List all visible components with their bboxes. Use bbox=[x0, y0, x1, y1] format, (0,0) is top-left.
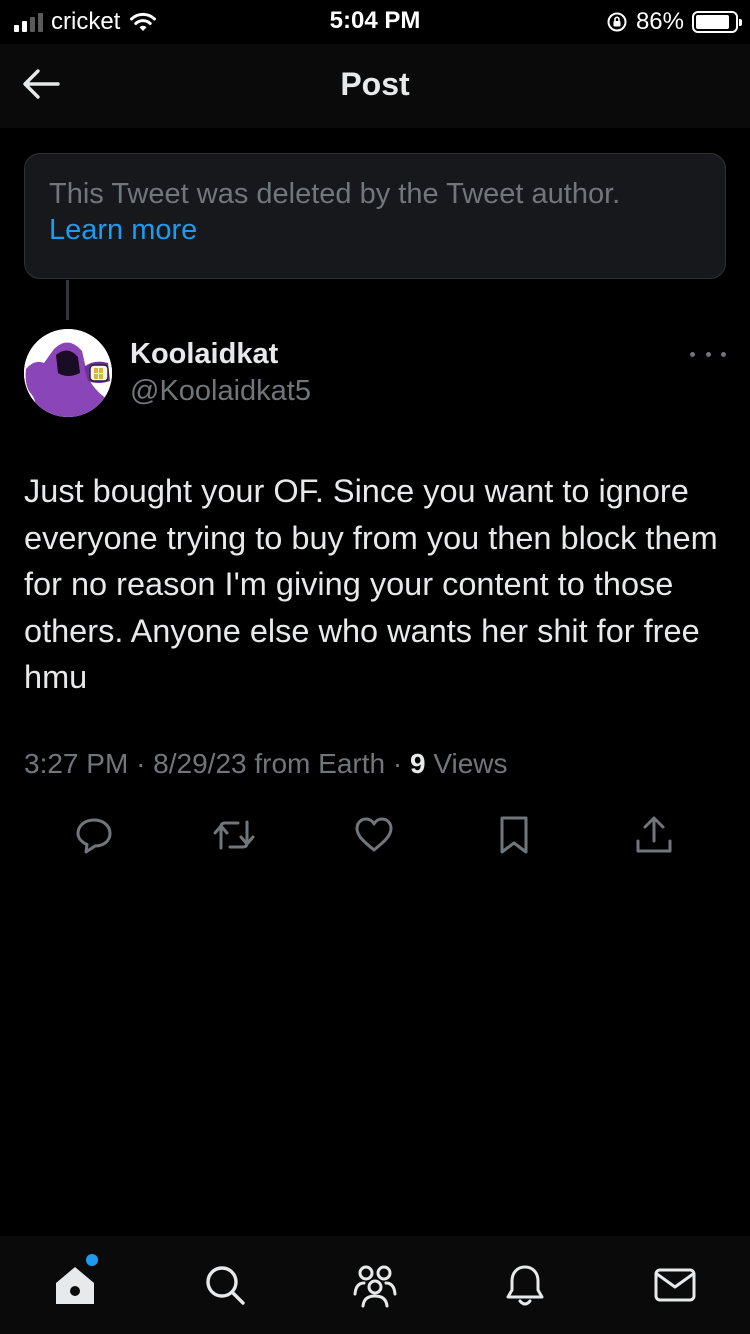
views-label[interactable]: Views bbox=[433, 748, 507, 779]
notification-dot bbox=[86, 1254, 98, 1266]
like-button[interactable] bbox=[349, 810, 399, 860]
retweet-icon bbox=[213, 820, 255, 850]
more-dot bbox=[705, 351, 711, 357]
nav-search[interactable] bbox=[200, 1260, 250, 1310]
nav-communities[interactable] bbox=[350, 1260, 400, 1310]
status-bar-right: 86% bbox=[606, 8, 742, 36]
tweet-text: Just bought your OF. Since you want to i… bbox=[24, 473, 718, 695]
deleted-tweet-notice: This Tweet was deleted by the Tweet auth… bbox=[24, 153, 726, 279]
reply-button[interactable] bbox=[69, 810, 119, 860]
avatar[interactable] bbox=[24, 329, 112, 417]
notifications-icon bbox=[506, 1265, 544, 1306]
views-count[interactable]: 9 bbox=[410, 748, 426, 779]
page-title: Post bbox=[340, 66, 410, 102]
like-icon bbox=[355, 817, 393, 852]
learn-more-link[interactable]: Learn more bbox=[49, 212, 197, 248]
share-button[interactable] bbox=[629, 810, 679, 860]
nav-messages[interactable] bbox=[650, 1260, 700, 1310]
author-name[interactable]: Koolaidkat bbox=[130, 338, 278, 371]
more-dot bbox=[690, 351, 695, 357]
avatar-image bbox=[24, 329, 112, 417]
tweet-time: 3:27 PM bbox=[24, 748, 129, 779]
more-dot bbox=[721, 351, 726, 357]
share-icon bbox=[636, 816, 672, 853]
status-bar: cricket 5:04 PM 86% bbox=[0, 0, 750, 44]
home-icon bbox=[56, 1267, 94, 1304]
bottom-navigation bbox=[0, 1236, 750, 1334]
thread-connector-line bbox=[66, 280, 69, 320]
bookmark-button[interactable] bbox=[489, 810, 539, 860]
deleted-notice-text: This Tweet was deleted by the Tweet auth… bbox=[49, 178, 621, 210]
reply-icon bbox=[76, 818, 112, 854]
more-options-button[interactable] bbox=[690, 346, 726, 362]
tweet-date: 8/29/23 bbox=[153, 748, 247, 779]
author-handle[interactable]: @Koolaidkat5 bbox=[130, 375, 311, 408]
battery-icon bbox=[692, 11, 742, 33]
nav-notifications[interactable] bbox=[500, 1260, 550, 1310]
bookmark-icon bbox=[500, 816, 528, 854]
battery-percent: 86% bbox=[635, 8, 684, 35]
messages-icon bbox=[654, 1268, 696, 1302]
retweet-button[interactable] bbox=[209, 810, 259, 860]
nav-home[interactable] bbox=[50, 1260, 100, 1310]
top-header: Post bbox=[0, 44, 750, 128]
meta-separator: · bbox=[136, 748, 146, 779]
tweet-source: from Earth bbox=[254, 748, 386, 779]
tweet-meta: 3:27 PM · 8/29/23 from Earth · 9 Views bbox=[24, 748, 508, 780]
meta-separator: · bbox=[392, 748, 403, 779]
tweet-actions bbox=[0, 810, 750, 860]
communities-icon bbox=[353, 1265, 397, 1308]
rotation-lock-icon bbox=[607, 12, 627, 32]
search-icon bbox=[206, 1266, 245, 1305]
